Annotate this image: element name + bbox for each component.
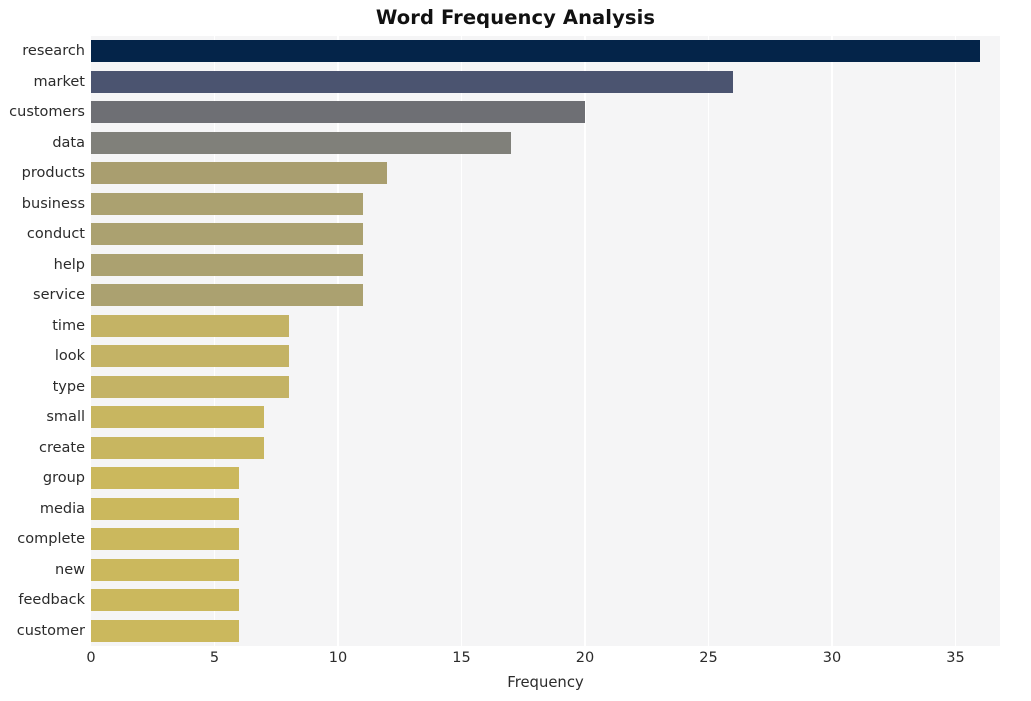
- y-tick-label-customers: customers: [9, 104, 85, 121]
- y-tick-label-data: data: [52, 134, 85, 151]
- bar-row: [91, 40, 1000, 63]
- bar-products[interactable]: [91, 162, 388, 185]
- bar-market[interactable]: [91, 70, 734, 93]
- bar-type[interactable]: [91, 375, 289, 398]
- y-tick-label-service: service: [33, 287, 85, 304]
- bar-row: [91, 436, 1000, 459]
- bar-research[interactable]: [91, 40, 981, 63]
- bar-row: [91, 253, 1000, 276]
- y-tick-label-type: type: [52, 378, 85, 395]
- plot-area: [91, 36, 1000, 646]
- y-tick-label-new: new: [55, 561, 85, 578]
- bar-row: [91, 497, 1000, 520]
- x-tick-label-20: 20: [575, 650, 595, 666]
- y-tick-label-small: small: [46, 409, 85, 426]
- y-tick-label-conduct: conduct: [26, 226, 85, 243]
- x-tick-label-30: 30: [822, 650, 842, 666]
- x-axis-title: Frequency: [507, 674, 584, 691]
- bar-time[interactable]: [91, 314, 289, 337]
- y-tick-label-group: group: [42, 470, 85, 487]
- x-axis-tick-labels: 0 5 10 15 20 25 30 35: [86, 650, 1000, 672]
- bar-group[interactable]: [91, 467, 240, 490]
- y-tick-label-media: media: [39, 500, 85, 517]
- x-tick-label-5: 5: [209, 650, 220, 666]
- x-tick-label-25: 25: [699, 650, 718, 666]
- bar-row: [91, 192, 1000, 215]
- bar-customer[interactable]: [91, 619, 240, 642]
- bar-row: [91, 375, 1000, 398]
- y-axis-tick-labels: research market customers data products busin…: [0, 36, 85, 646]
- bar-service[interactable]: [91, 284, 363, 307]
- y-tick-label-create: create: [38, 439, 85, 456]
- bar-row: [91, 345, 1000, 368]
- bar-media[interactable]: [91, 497, 240, 520]
- bar-help[interactable]: [91, 253, 363, 276]
- bar-row: [91, 589, 1000, 612]
- bar-row: [91, 314, 1000, 337]
- bar-row: [91, 467, 1000, 490]
- bar-look[interactable]: [91, 345, 289, 368]
- bar-row: [91, 131, 1000, 154]
- x-tick-label-35: 35: [946, 650, 965, 666]
- bar-row: [91, 528, 1000, 551]
- y-tick-label-help: help: [53, 256, 85, 273]
- bar-row: [91, 619, 1000, 642]
- bar-row: [91, 70, 1000, 93]
- x-tick-label-0: 0: [86, 650, 96, 666]
- y-tick-label-look: look: [54, 348, 85, 365]
- chart-title: Word Frequency Analysis: [375, 6, 656, 29]
- bar-create[interactable]: [91, 436, 264, 459]
- chart-figure: Word Frequency Analysis research market cu…: [0, 0, 1031, 701]
- bar-feedback[interactable]: [91, 589, 240, 612]
- bar-complete[interactable]: [91, 528, 240, 551]
- bar-new[interactable]: [91, 558, 240, 581]
- bar-row: [91, 223, 1000, 246]
- bar-business[interactable]: [91, 192, 363, 215]
- y-tick-label-customer: customer: [16, 622, 85, 639]
- bar-row: [91, 284, 1000, 307]
- bar-data[interactable]: [91, 131, 511, 154]
- bar-customers[interactable]: [91, 101, 586, 124]
- y-tick-label-feedback: feedback: [18, 592, 85, 609]
- bar-row: [91, 558, 1000, 581]
- y-tick-label-business: business: [21, 195, 85, 212]
- bar-row: [91, 101, 1000, 124]
- x-tick-label-10: 10: [328, 650, 348, 666]
- bar-row: [91, 162, 1000, 185]
- y-tick-label-research: research: [22, 43, 85, 60]
- y-tick-label-products: products: [21, 165, 85, 182]
- y-tick-label-market: market: [33, 73, 85, 90]
- x-tick-label-15: 15: [452, 650, 471, 666]
- bar-small[interactable]: [91, 406, 264, 429]
- bar-conduct[interactable]: [91, 223, 363, 246]
- bars-layer: [91, 36, 1000, 646]
- bar-row: [91, 406, 1000, 429]
- y-tick-label-time: time: [52, 317, 85, 334]
- y-tick-label-complete: complete: [17, 531, 85, 548]
